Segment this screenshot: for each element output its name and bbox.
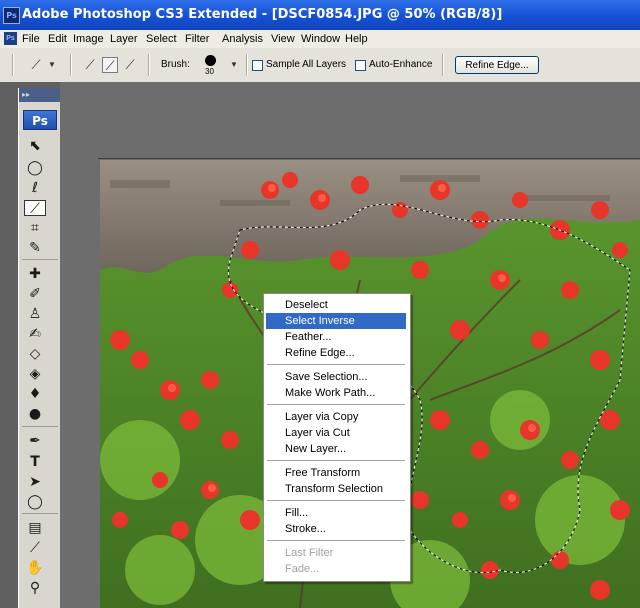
notes-tool-icon[interactable]: ▤ (24, 520, 46, 536)
context-menu: Deselect Select Inverse Feather... Refin… (263, 293, 411, 582)
menu-window[interactable]: Window (301, 30, 340, 48)
history-brush-tool-icon[interactable]: ✍ (24, 326, 46, 342)
slice-tool-icon[interactable]: ✎ (24, 240, 46, 256)
auto-enhance-checkbox[interactable] (355, 60, 366, 71)
add-to-selection-icon[interactable]: ⟋ (102, 57, 118, 73)
new-selection-icon[interactable]: ⟋ (82, 57, 98, 73)
brush-label: Brush: (161, 59, 190, 70)
menu-separator (267, 540, 405, 541)
menu-separator (267, 500, 405, 501)
brush-dot-icon (205, 55, 216, 66)
quick-selection-tool-icon[interactable]: ⟋ (24, 200, 46, 217)
dodge-tool-icon[interactable]: ● (24, 406, 46, 422)
menu-separator (267, 404, 405, 405)
document-icon[interactable]: Ps (4, 32, 17, 45)
menu-analysis[interactable]: Analysis (222, 30, 263, 48)
sample-all-layers-label: Sample All Layers (266, 59, 347, 70)
menu-item-fill[interactable]: Fill... (266, 505, 406, 521)
menu-view[interactable]: View (271, 30, 295, 48)
menu-help[interactable]: Help (345, 30, 368, 48)
move-tool-icon[interactable]: ⬉ (24, 138, 46, 154)
refine-edge-button[interactable]: Refine Edge... (455, 56, 539, 74)
subtract-from-selection-icon[interactable]: ⟋ (122, 57, 138, 73)
toolbox-divider (22, 259, 58, 260)
blur-tool-icon[interactable]: ♦ (24, 386, 46, 402)
menu-select[interactable]: Select (146, 30, 177, 48)
menu-separator (267, 364, 405, 365)
eyedropper-tool-icon[interactable]: ⟋ (24, 540, 46, 556)
menu-item-save-selection[interactable]: Save Selection... (266, 369, 406, 385)
brush-tool-icon[interactable]: ✐ (24, 286, 46, 302)
hand-tool-icon[interactable]: ✋ (24, 560, 46, 576)
brush-size: 30 (205, 67, 214, 76)
canvas-shadow (98, 158, 640, 159)
gripper (12, 54, 14, 76)
chevron-down-icon[interactable]: ▼ (226, 57, 242, 73)
crop-tool-icon[interactable]: ⌗ (24, 220, 46, 236)
menu-item-transform-selection[interactable]: Transform Selection (266, 481, 406, 497)
zoom-tool-icon[interactable]: ⚲ (24, 580, 46, 596)
toolbox-divider (22, 426, 58, 427)
ps-logo[interactable]: Ps (23, 110, 57, 130)
menu-image[interactable]: Image (73, 30, 104, 48)
brush-picker[interactable]: 30 (203, 52, 219, 78)
menu-item-deselect[interactable]: Deselect (266, 297, 406, 313)
toolbox: ▸▸ Ps ⬉ ◯ ℓ ⟋ ⌗ ✎ ✚ ✐ ♙ ✍ ◇ ◈ ♦ ● ✒ T ➤ … (18, 88, 61, 608)
menu-item-stroke[interactable]: Stroke... (266, 521, 406, 537)
menu-item-layer-via-cut[interactable]: Layer via Cut (266, 425, 406, 441)
menu-bar: Ps File Edit Image Layer Select Filter A… (0, 30, 640, 48)
menu-item-layer-via-copy[interactable]: Layer via Copy (266, 409, 406, 425)
menu-item-free-transform[interactable]: Free Transform (266, 465, 406, 481)
menu-item-last-filter: Last Filter (285, 547, 334, 559)
divider (70, 54, 72, 76)
toolbox-handle[interactable]: ▸▸ (19, 88, 61, 102)
divider (442, 54, 444, 76)
path-selection-tool-icon[interactable]: ➤ (24, 474, 46, 490)
menu-filter[interactable]: Filter (185, 30, 209, 48)
title-bar: Ps Adobe Photoshop CS3 Extended - [DSCF0… (0, 0, 640, 30)
tool-preset-picker-icon[interactable]: ⟋ (28, 57, 44, 73)
window-title: Adobe Photoshop CS3 Extended - [DSCF0854… (22, 7, 503, 22)
menu-item-refine-edge[interactable]: Refine Edge... (266, 345, 406, 361)
healing-brush-tool-icon[interactable]: ✚ (24, 266, 46, 282)
divider (246, 54, 248, 76)
photoshop-app-icon[interactable]: Ps (3, 7, 20, 24)
pen-tool-icon[interactable]: ✒ (24, 433, 46, 449)
menu-file[interactable]: File (22, 30, 40, 48)
menu-item-feather[interactable]: Feather... (266, 329, 406, 345)
chevron-down-icon[interactable]: ▼ (44, 57, 60, 73)
type-tool-icon[interactable]: T (24, 454, 46, 470)
shape-tool-icon[interactable]: ◯ (24, 494, 46, 510)
lasso-tool-icon[interactable]: ℓ (24, 180, 46, 196)
menu-item-fade: Fade... (285, 563, 320, 575)
auto-enhance-label: Auto-Enhance (369, 59, 433, 70)
options-bar: ⟋ ▼ ⟋ ⟋ ⟋ Brush: 30 ▼ Sample All Layers … (0, 48, 640, 83)
marquee-tool-icon[interactable]: ◯ (24, 160, 46, 176)
eraser-tool-icon[interactable]: ◇ (24, 346, 46, 362)
sample-all-layers-checkbox[interactable] (252, 60, 263, 71)
menu-item-make-work-path[interactable]: Make Work Path... (266, 385, 406, 401)
toolbox-divider (22, 513, 58, 514)
menu-item-select-inverse[interactable]: Select Inverse (266, 313, 406, 329)
clone-stamp-tool-icon[interactable]: ♙ (24, 306, 46, 322)
menu-edit[interactable]: Edit (48, 30, 67, 48)
menu-layer[interactable]: Layer (110, 30, 138, 48)
menu-item-new-layer[interactable]: New Layer... (266, 441, 406, 457)
divider (148, 54, 150, 76)
menu-separator (267, 460, 405, 461)
paint-bucket-tool-icon[interactable]: ◈ (24, 366, 46, 382)
